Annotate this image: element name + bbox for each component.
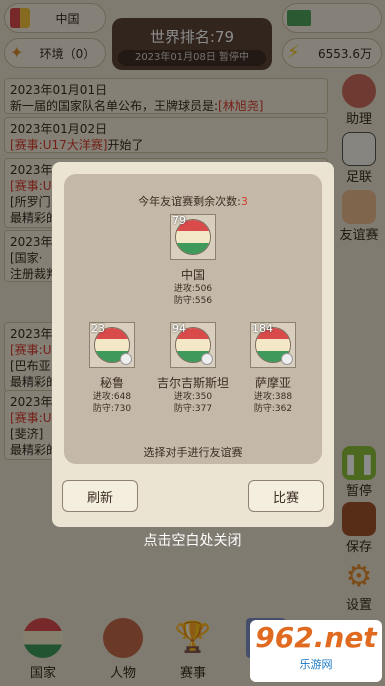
team-attack: 进攻:388 [253, 392, 293, 402]
match-button[interactable]: 比赛 [248, 480, 324, 512]
dialog-panel: 今年友谊赛剩余次数:3 79 中国 进攻:506 防守:556 23 秘鲁 进攻… [64, 174, 322, 464]
close-hint: 点击空白处关闭 [143, 533, 242, 549]
select-radio-icon [201, 353, 213, 365]
watermark-main: 962.net [255, 621, 377, 654]
opponent-card[interactable]: 94 吉尔吉斯斯坦 进攻:350 防守:377 [148, 322, 238, 415]
team-rank: 94 [172, 322, 186, 335]
team-defense: 防守:377 [173, 404, 213, 414]
team-defense: 防守:730 [92, 404, 132, 414]
team-attack: 进攻:506 [173, 284, 213, 294]
select-radio-icon [281, 353, 293, 365]
team-flag-box: 23 [89, 322, 135, 368]
team-defense: 防守:362 [253, 404, 293, 414]
friendly-match-dialog: 今年友谊赛剩余次数:3 79 中国 进攻:506 防守:556 23 秘鲁 进攻… [52, 162, 334, 527]
team-attack: 进攻:648 [92, 392, 132, 402]
select-opponent-hint: 选择对手进行友谊赛 [143, 446, 243, 459]
team-flag-box: 79 [170, 214, 216, 260]
team-rank: 184 [252, 322, 273, 335]
team-flag-box: 94 [170, 322, 216, 368]
team-name: 秘鲁 [99, 376, 124, 390]
team-flag-box: 184 [250, 322, 296, 368]
select-radio-icon [120, 353, 132, 365]
team-defense: 防守:556 [173, 296, 213, 306]
watermark-sub: 乐游网 [299, 658, 333, 671]
team-rank: 23 [91, 322, 105, 335]
refresh-button[interactable]: 刷新 [62, 480, 138, 512]
opponent-card[interactable]: 184 萨摩亚 进攻:388 防守:362 [228, 322, 318, 415]
team-rank: 79 [172, 214, 186, 227]
team-name: 中国 [180, 268, 205, 282]
remaining-label: 今年友谊赛剩余次数: [138, 195, 241, 208]
team-name: 吉尔吉斯斯坦 [156, 376, 229, 390]
watermark-logo: 962.net 乐游网 [250, 620, 382, 682]
team-name: 萨摩亚 [254, 376, 291, 390]
team-attack: 进攻:350 [173, 392, 213, 402]
remaining-value: 3 [240, 195, 248, 208]
opponent-card[interactable]: 23 秘鲁 进攻:648 防守:730 [67, 322, 157, 415]
remaining-count: 今年友谊赛剩余次数:3 [64, 193, 322, 209]
home-team-card: 79 中国 进攻:506 防守:556 [148, 214, 238, 307]
